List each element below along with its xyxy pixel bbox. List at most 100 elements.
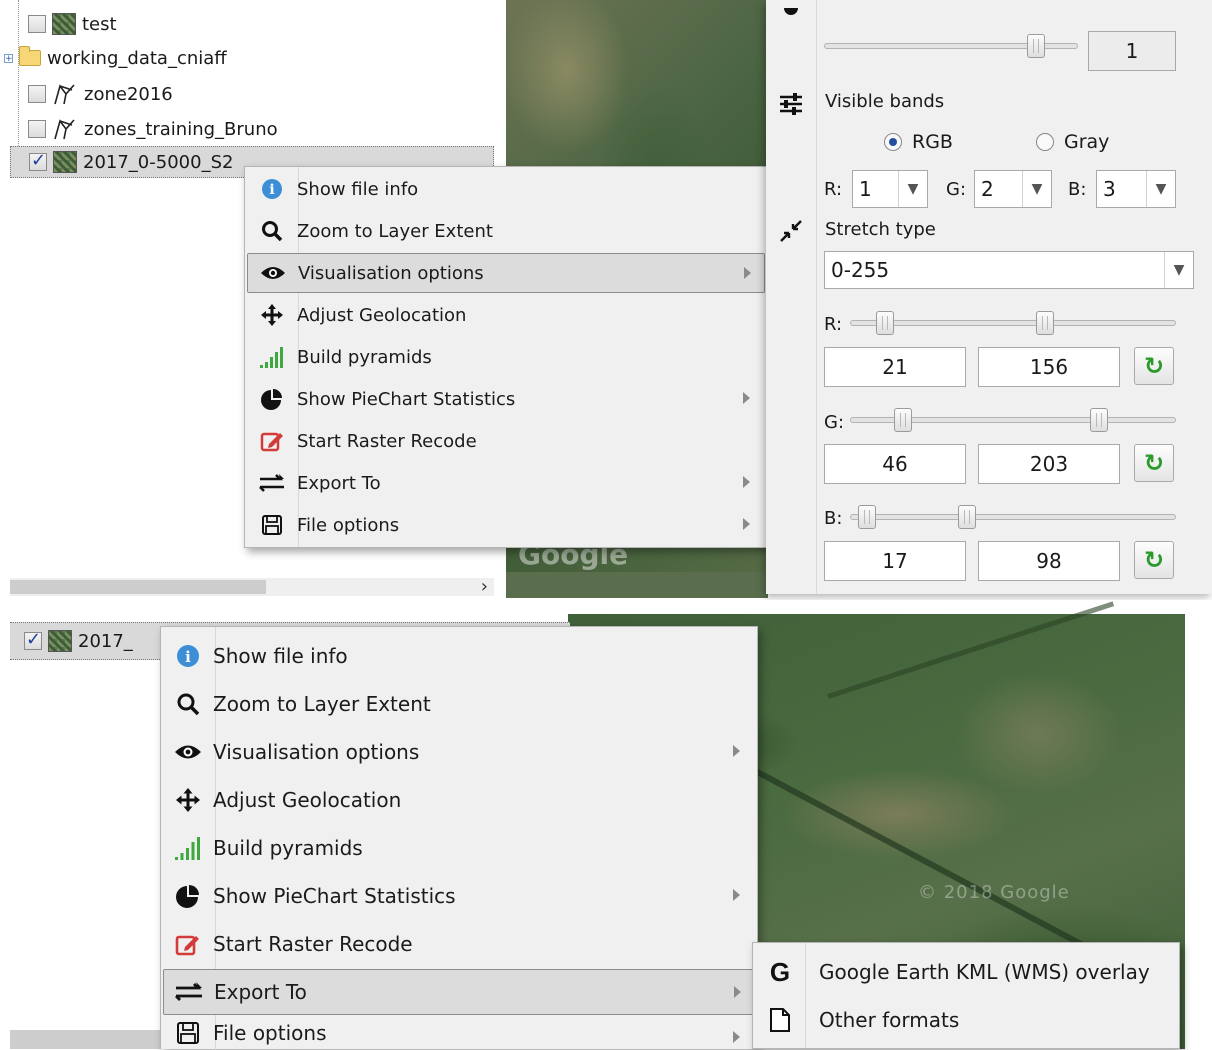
stretch-type-label: Stretch type — [825, 219, 936, 240]
chevron-down-icon: ▼ — [1022, 171, 1051, 207]
g-band-value: 2 — [981, 177, 994, 201]
menu-item-show-piechart-statistics[interactable]: Show PieChart Statistics — [163, 873, 755, 919]
b-band-label: B: — [1068, 179, 1087, 200]
b-band-select[interactable]: 3 ▼ — [1096, 170, 1176, 208]
pie-chart-icon — [247, 388, 297, 410]
menu-item-show-piechart-statistics[interactable]: Show PieChart Statistics — [247, 379, 765, 419]
g-min-field[interactable]: 46 — [824, 444, 966, 484]
menu-item-file-options[interactable]: File options — [163, 1017, 755, 1050]
menu-item-show-file-info[interactable]: i Show file info — [163, 633, 755, 679]
layer-checkbox[interactable] — [28, 15, 46, 33]
b-max-field[interactable]: 98 — [978, 541, 1120, 581]
opacity-value-field[interactable]: 1 — [1088, 31, 1176, 71]
g-min-slider-handle[interactable] — [894, 408, 912, 432]
exchange-arrows-icon — [164, 980, 214, 1004]
info-icon: i — [247, 178, 297, 200]
menu-item-label: Start Raster Recode — [213, 932, 413, 956]
screenshot-divider — [0, 600, 1212, 614]
menu-item-show-file-info[interactable]: i Show file info — [247, 169, 765, 209]
submenu-item-google-earth-kml[interactable]: G Google Earth KML (WMS) overlay — [755, 949, 1177, 995]
vector-layer-icon — [52, 117, 78, 141]
raster-layer-icon — [48, 630, 72, 652]
b-min-slider-handle[interactable] — [858, 505, 876, 529]
g-max-field[interactable]: 203 — [978, 444, 1120, 484]
rgb-radio-option[interactable]: RGB — [884, 131, 953, 153]
menu-item-start-raster-recode[interactable]: Start Raster Recode — [163, 921, 755, 967]
eye-icon — [248, 264, 298, 282]
tree-item-test[interactable]: test — [28, 8, 117, 40]
tree-horizontal-scrollbar[interactable]: › — [10, 576, 494, 597]
menu-item-label: Visualisation options — [213, 740, 420, 764]
expand-icon[interactable]: + — [4, 53, 13, 63]
tree-item-zones-training-bruno[interactable]: zones_training_Bruno — [28, 113, 278, 145]
menu-item-adjust-geolocation[interactable]: Adjust Geolocation — [247, 295, 765, 335]
tree-item-working-data-cniaff[interactable]: + working_data_cniaff — [4, 42, 227, 74]
info-icon: i — [163, 644, 213, 668]
r-refresh-button[interactable]: ↻ — [1134, 347, 1174, 385]
b-channel-label: B: — [824, 508, 843, 529]
gray-radio-option[interactable]: Gray — [1036, 131, 1109, 153]
tree-item-zone2016[interactable]: zone2016 — [28, 78, 173, 110]
menu-item-label: Zoom to Layer Extent — [297, 220, 493, 242]
scroll-right-arrow-icon[interactable]: › — [481, 576, 488, 597]
b-refresh-button[interactable]: ↻ — [1134, 541, 1174, 579]
g-band-select[interactable]: 2 ▼ — [974, 170, 1052, 208]
g-refresh-button[interactable]: ↻ — [1134, 444, 1174, 482]
g-channel-label: G: — [824, 412, 845, 433]
menu-item-start-raster-recode[interactable]: Start Raster Recode — [247, 421, 765, 461]
b-max-slider-handle[interactable] — [958, 505, 976, 529]
r-band-select[interactable]: 1 ▼ — [852, 170, 928, 208]
g-band-label: G: — [946, 179, 967, 200]
rgb-radio-button[interactable] — [884, 133, 902, 151]
r-max-slider-handle[interactable] — [1036, 311, 1054, 335]
gray-radio-label: Gray — [1064, 131, 1110, 153]
scrollbar-thumb[interactable] — [10, 580, 266, 594]
chevron-down-icon: ▼ — [1164, 252, 1193, 288]
magnifier-icon — [247, 220, 297, 242]
menu-item-label: Export To — [297, 472, 381, 494]
menu-item-build-pyramids[interactable]: Build pyramids — [163, 825, 755, 871]
menu-item-label: Show PieChart Statistics — [297, 388, 516, 410]
g-max-slider-handle[interactable] — [1090, 408, 1108, 432]
tree-guide-line — [18, 0, 19, 160]
menu-item-adjust-geolocation[interactable]: Adjust Geolocation — [163, 777, 755, 823]
submenu-item-label: Google Earth KML (WMS) overlay — [819, 960, 1150, 984]
tree-horizontal-scrollbar-bottom[interactable] — [10, 1030, 170, 1049]
menu-item-zoom-to-layer-extent[interactable]: Zoom to Layer Extent — [247, 211, 765, 251]
layer-checkbox-checked[interactable] — [24, 629, 42, 650]
menu-item-export-to[interactable]: Export To — [247, 463, 765, 503]
menu-item-label: Export To — [214, 980, 307, 1004]
layer-checkbox-checked[interactable] — [29, 150, 47, 171]
signal-bars-icon — [247, 346, 297, 368]
gray-radio-button[interactable] — [1036, 133, 1054, 151]
menu-item-label: Zoom to Layer Extent — [213, 692, 431, 716]
map-river-feature — [746, 764, 1121, 967]
exchange-arrows-icon — [247, 472, 297, 494]
menu-item-file-options[interactable]: File options — [247, 505, 765, 545]
menu-item-build-pyramids[interactable]: Build pyramids — [247, 337, 765, 377]
layer-label: zones_training_Bruno — [84, 118, 278, 140]
b-min-field[interactable]: 17 — [824, 541, 966, 581]
compress-arrows-icon — [778, 218, 804, 244]
eye-icon — [163, 742, 213, 762]
layer-context-menu: i Show file info Zoom to Layer Extent Vi… — [244, 166, 768, 548]
layer-checkbox[interactable] — [28, 120, 46, 138]
google-g-icon: G — [769, 956, 791, 987]
r-range-slider-track[interactable] — [850, 320, 1176, 326]
submenu-item-label: Other formats — [819, 1008, 960, 1032]
layer-checkbox[interactable] — [28, 85, 46, 103]
submenu-item-other-formats[interactable]: Other formats — [755, 997, 1177, 1043]
r-min-field[interactable]: 21 — [824, 347, 966, 387]
r-max-field[interactable]: 156 — [978, 347, 1120, 387]
r-min-slider-handle[interactable] — [876, 311, 894, 335]
stretch-type-select[interactable]: 0-255 ▼ — [824, 251, 1194, 289]
opacity-slider-handle[interactable] — [1026, 34, 1045, 58]
pie-chart-icon — [163, 884, 213, 908]
menu-item-visualisation-options[interactable]: Visualisation options — [247, 253, 765, 293]
menu-item-export-to[interactable]: Export To — [163, 969, 755, 1015]
submenu-arrow-icon — [733, 1031, 740, 1043]
menu-item-visualisation-options[interactable]: Visualisation options — [163, 729, 755, 775]
b-range-slider-track[interactable] — [850, 514, 1176, 520]
menu-item-zoom-to-layer-extent[interactable]: Zoom to Layer Extent — [163, 681, 755, 727]
rgb-radio-label: RGB — [912, 131, 953, 153]
